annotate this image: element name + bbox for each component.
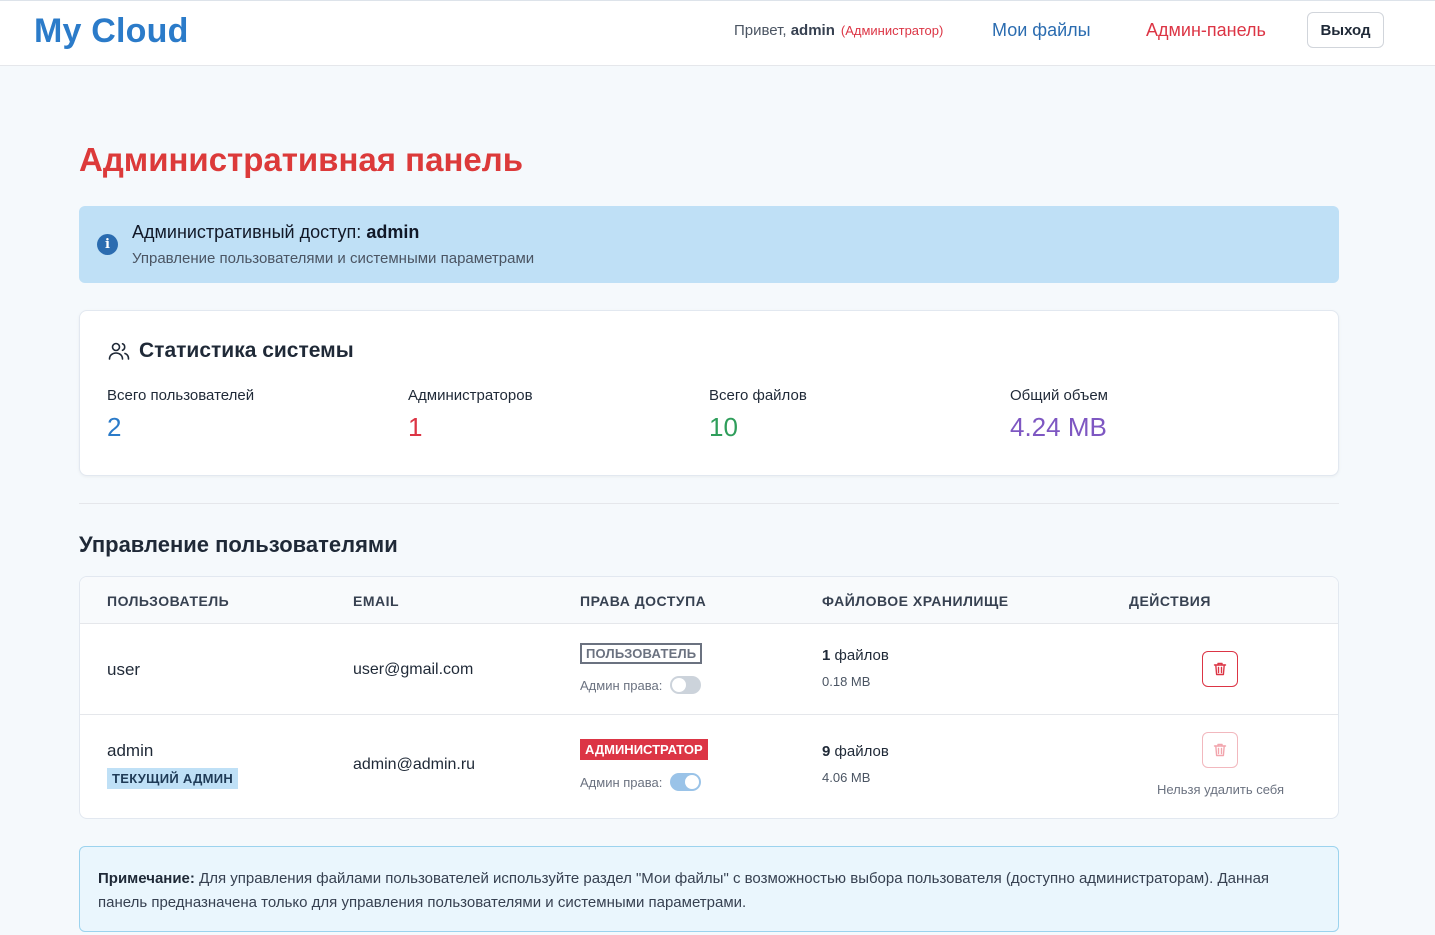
- greeting: Привет, admin (Администратор): [734, 22, 943, 39]
- table-row: admin ТЕКУЩИЙ АДМИН admin@admin.ru АДМИН…: [80, 715, 1338, 818]
- table-row: user user@gmail.com ПОЛЬЗОВАТЕЛЬ Админ п…: [80, 624, 1338, 715]
- note-text: Для управления файлами пользователей исп…: [98, 870, 1270, 911]
- page-title: Административная панель: [79, 141, 523, 178]
- admin-rights-control: Админ права:: [580, 676, 702, 694]
- stat-value: 2: [107, 412, 122, 442]
- files-count-word: файлов: [830, 743, 889, 760]
- users-table: ПОЛЬЗОВАТЕЛЬ EMAIL ПРАВА ДОСТУПА ФАЙЛОВО…: [79, 576, 1339, 819]
- admin-rights-toggle[interactable]: [670, 676, 702, 694]
- col-header-storage: ФАЙЛОВОЕ ХРАНИЛИЩЕ: [822, 593, 1009, 609]
- role-cell: ПОЛЬЗОВАТЕЛЬ: [580, 643, 703, 664]
- stat-label: Всего файлов: [709, 387, 807, 404]
- admin-rights-label: Админ права:: [580, 677, 663, 693]
- admin-access-alert: i Административный доступ: admin Управле…: [79, 206, 1339, 283]
- stat-total-size: Общий объем 4.24 MB: [1010, 387, 1108, 443]
- stats-title: Статистика системы: [139, 339, 354, 362]
- current-admin-badge: ТЕКУЩИЙ АДМИН: [107, 768, 239, 789]
- files-count: 9 файлов: [822, 743, 889, 760]
- row-email: user@gmail.com: [353, 661, 474, 678]
- col-header-user: ПОЛЬЗОВАТЕЛЬ: [107, 593, 230, 609]
- toggle-knob: [672, 678, 687, 692]
- nav-my-files-link[interactable]: Мои файлы: [992, 20, 1091, 41]
- admin-rights-control: Админ права:: [580, 773, 702, 791]
- storage-cell: 1 файлов 0.18 MB: [822, 647, 889, 689]
- stat-admins: Администраторов 1: [408, 387, 533, 443]
- toggle-knob: [685, 775, 700, 789]
- greeting-username: admin: [790, 22, 835, 39]
- greeting-prefix: Привет,: [734, 22, 791, 39]
- users-icon: [108, 342, 130, 360]
- info-icon: i: [97, 234, 118, 255]
- admin-rights-label: Админ права:: [580, 774, 663, 790]
- admin-rights-toggle[interactable]: [670, 773, 702, 791]
- stat-total-files: Всего файлов 10: [709, 387, 807, 443]
- section-divider: [79, 503, 1339, 504]
- stat-value: 10: [709, 412, 738, 442]
- stat-label: Всего пользователей: [107, 387, 255, 404]
- top-header: My Cloud Привет, admin (Администратор) Мо…: [0, 0, 1435, 66]
- stat-total-users: Всего пользователей 2: [107, 387, 254, 443]
- delete-user-button[interactable]: [1202, 651, 1238, 687]
- delete-user-button-disabled[interactable]: [1202, 732, 1238, 768]
- col-header-email: EMAIL: [353, 593, 400, 609]
- role-cell: АДМИНИСТРАТОР: [580, 739, 708, 760]
- stat-label: Администраторов: [408, 387, 533, 404]
- greeting-role: (Администратор): [840, 23, 944, 38]
- cannot-delete-self-note: Нельзя удалить себя: [1157, 782, 1285, 797]
- trash-icon: [1213, 662, 1227, 676]
- row-username: user: [107, 660, 141, 679]
- users-section-title: Управление пользователями: [79, 532, 398, 557]
- col-header-permissions: ПРАВА ДОСТУПА: [580, 593, 707, 609]
- alert-title-user: admin: [366, 222, 420, 242]
- row-username: admin: [107, 741, 154, 760]
- stats-header: Статистика системы: [107, 339, 354, 363]
- row-email: admin@admin.ru: [353, 756, 476, 773]
- col-header-actions: ДЕЙСТВИЯ: [1129, 593, 1211, 609]
- role-badge-admin: АДМИНИСТРАТОР: [580, 739, 708, 760]
- stat-value: 1: [408, 412, 423, 442]
- files-size: 4.06 MB: [822, 770, 871, 785]
- storage-cell: 9 файлов 4.06 MB: [822, 743, 889, 785]
- files-count: 1 файлов: [822, 647, 889, 664]
- trash-icon: [1213, 743, 1227, 757]
- table-header: ПОЛЬЗОВАТЕЛЬ EMAIL ПРАВА ДОСТУПА ФАЙЛОВО…: [80, 577, 1338, 624]
- files-size: 0.18 MB: [822, 674, 871, 689]
- current-admin-cell: ТЕКУЩИЙ АДМИН: [107, 768, 239, 789]
- logout-button[interactable]: Выход: [1307, 12, 1384, 48]
- nav-admin-panel-link[interactable]: Админ-панель: [1146, 20, 1266, 41]
- role-badge-user: ПОЛЬЗОВАТЕЛЬ: [580, 643, 703, 664]
- alert-title-prefix: Административный доступ:: [132, 222, 367, 242]
- note-label: Примечание:: [98, 870, 195, 887]
- alert-title: Административный доступ: admin: [132, 222, 419, 243]
- admin-note: Примечание: Для управления файлами польз…: [79, 846, 1339, 932]
- app-logo[interactable]: My Cloud: [34, 12, 189, 51]
- stat-value: 4.24 MB: [1010, 412, 1107, 442]
- alert-subtitle: Управление пользователями и системными п…: [132, 250, 535, 267]
- stat-label: Общий объем: [1010, 387, 1108, 404]
- system-stats-card: Статистика системы Всего пользователей 2…: [79, 310, 1339, 476]
- files-count-word: файлов: [830, 647, 889, 664]
